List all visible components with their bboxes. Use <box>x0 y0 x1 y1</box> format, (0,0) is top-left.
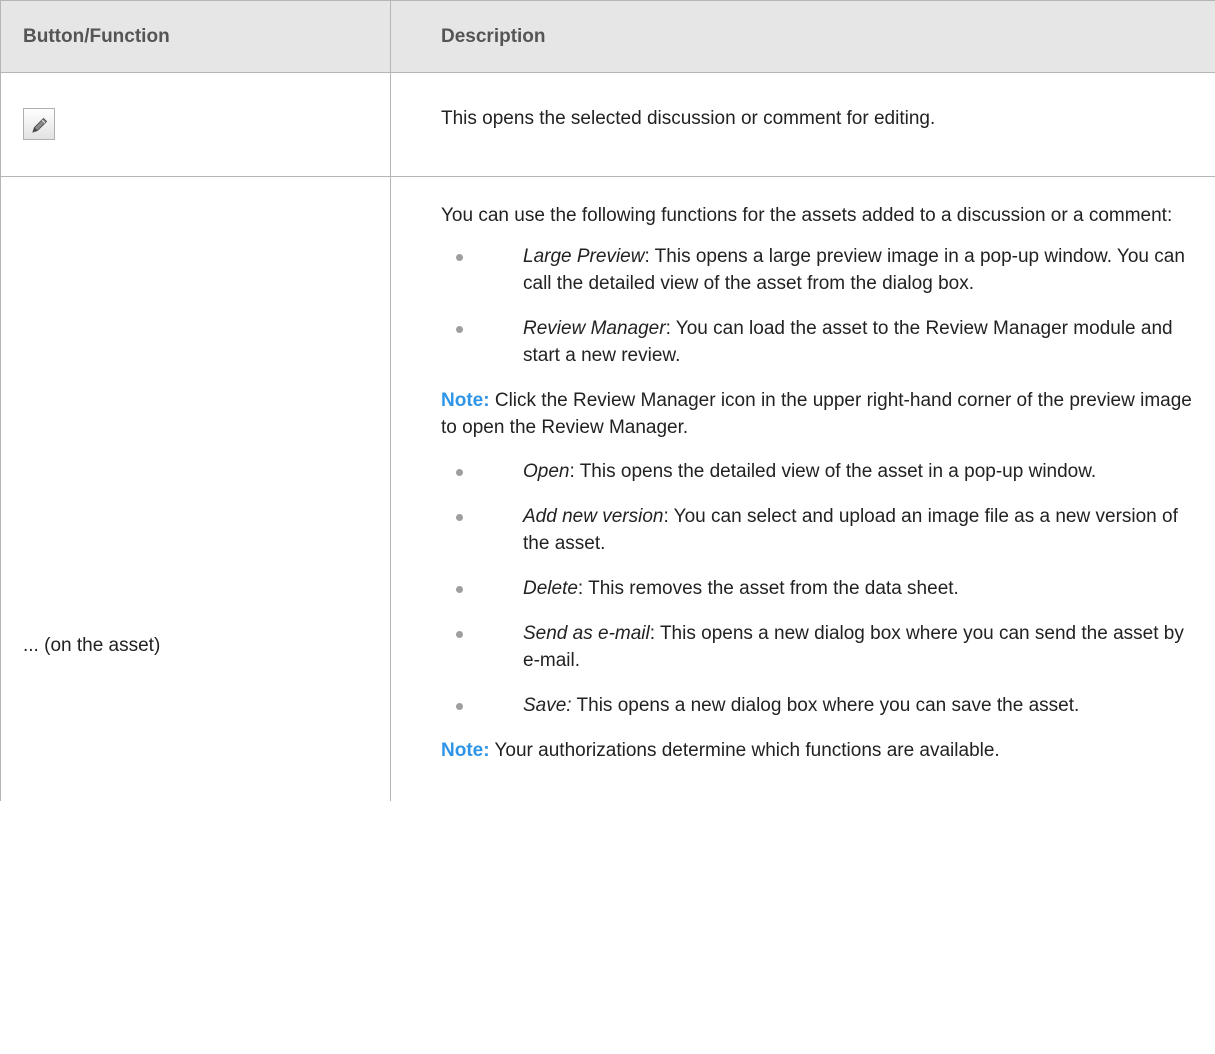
pencil-icon <box>32 117 48 133</box>
function-term: Review Manager <box>523 318 666 339</box>
function-text: This opens a new dialog box where you ca… <box>571 695 1080 716</box>
function-list-2: Open: This opens the detailed view of th… <box>441 458 1195 719</box>
list-item: Open: This opens the detailed view of th… <box>441 458 1195 485</box>
function-term: Save: <box>523 695 572 716</box>
function-cell-edit <box>0 72 391 177</box>
list-item: Add new version: You can select and uplo… <box>441 503 1195 557</box>
table-header-row: Button/Function Description <box>0 0 1215 73</box>
table-row-asset: ... (on the asset) You can use the follo… <box>0 176 1215 801</box>
note-label: Note: <box>441 390 490 411</box>
function-text: This removes the asset from the data she… <box>583 578 959 599</box>
list-item: Large Preview: This opens a large previe… <box>441 243 1195 297</box>
note-text: Your authorizations determine which func… <box>489 740 1000 761</box>
note-authorizations: Note: Your authorizations determine whic… <box>441 737 1195 764</box>
note-review-manager: Note: Click the Review Manager icon in t… <box>441 387 1195 441</box>
list-item: Review Manager: You can load the asset t… <box>441 315 1195 369</box>
function-cell-asset: ... (on the asset) <box>0 176 391 801</box>
asset-intro: You can use the following functions for … <box>441 205 1173 226</box>
description-cell-edit: This opens the selected discussion or co… <box>390 72 1215 177</box>
list-item: Save: This opens a new dialog box where … <box>441 692 1195 719</box>
function-list-1: Large Preview: This opens a large previe… <box>441 243 1195 369</box>
table-row-edit: This opens the selected discussion or co… <box>0 72 1215 177</box>
header-button-function: Button/Function <box>0 0 391 73</box>
list-item: Send as e-mail: This opens a new dialog … <box>441 620 1195 674</box>
function-term: Open <box>523 461 570 482</box>
function-term: Delete <box>523 578 578 599</box>
function-table: Button/Function Description This opens t… <box>0 0 1215 801</box>
function-term: Add new version <box>523 506 664 527</box>
function-term: Send as e-mail <box>523 623 650 644</box>
function-term: Large Preview <box>523 246 645 267</box>
note-label: Note: <box>441 740 490 761</box>
edit-button[interactable] <box>23 108 55 140</box>
header-description: Description <box>390 0 1215 73</box>
function-text: This opens the detailed view of the asse… <box>574 461 1097 482</box>
note-text: Click the Review Manager icon in the upp… <box>441 390 1192 438</box>
edit-description: This opens the selected discussion or co… <box>441 108 936 129</box>
description-cell-asset: You can use the following functions for … <box>390 176 1215 801</box>
list-item: Delete: This removes the asset from the … <box>441 575 1195 602</box>
